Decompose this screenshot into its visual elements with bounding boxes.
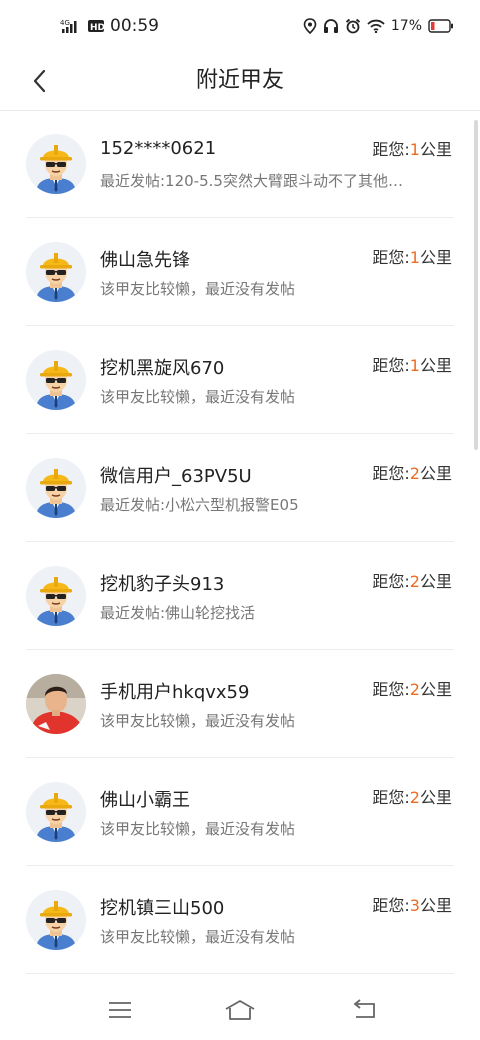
user-recent-post: 该甲友比较懒，最近没有发帖	[100, 280, 296, 298]
divider	[26, 973, 454, 974]
list-item[interactable]: 152****0621 最近发帖:120-5.5突然大臂跟斗动不了其他… 距您:1公…	[0, 110, 480, 218]
distance-prefix: 距您:	[372, 680, 410, 699]
hd-icon: HD	[88, 19, 104, 33]
distance-label: 距您:2公里	[372, 568, 452, 592]
back-icon	[352, 999, 378, 1021]
user-name: 挖机黑旋风670	[100, 358, 225, 379]
user-name: 手机用户hkqvx59	[100, 682, 250, 703]
alarm-icon	[345, 18, 361, 34]
avatar-photo[interactable]	[26, 674, 86, 734]
distance-value: 1	[409, 356, 420, 375]
page-title: 附近甲友	[195, 68, 284, 93]
wifi-icon	[367, 19, 385, 33]
list-item[interactable]: 手机用户hkqvx59 该甲友比较懒，最近没有发帖 距您:2公里	[0, 650, 480, 758]
status-right: 17%	[303, 14, 454, 38]
svg-text:HD: HD	[90, 23, 104, 33]
distance-prefix: 距您:	[372, 572, 410, 591]
distance-unit: 公里	[419, 788, 452, 807]
location-icon	[303, 18, 317, 34]
distance-unit: 公里	[419, 248, 452, 267]
nearby-user-list[interactable]: 152****0621 最近发帖:120-5.5突然大臂跟斗动不了其他… 距您:1公…	[0, 110, 480, 980]
distance-unit: 公里	[419, 140, 452, 159]
signal-icon: 4G	[60, 18, 82, 34]
distance-value: 1	[409, 140, 420, 159]
user-recent-post: 该甲友比较懒，最近没有发帖	[100, 820, 296, 838]
user-recent-post: 最近发帖:小松六型机报警E05	[100, 496, 299, 514]
user-recent-post: 该甲友比较懒，最近没有发帖	[100, 388, 296, 406]
distance-prefix: 距您:	[372, 356, 410, 375]
user-name: 佛山急先锋	[100, 250, 190, 271]
status-bar: 4G HD 00:59 17%	[0, 0, 480, 52]
avatar-worker-icon[interactable]	[26, 890, 86, 950]
distance-label: 距您:1公里	[372, 352, 452, 376]
home-button[interactable]	[220, 994, 260, 1026]
distance-prefix: 距您:	[372, 464, 410, 483]
clock: 00:59	[110, 16, 159, 36]
distance-prefix: 距您:	[372, 248, 410, 267]
distance-prefix: 距您:	[372, 140, 410, 159]
user-recent-post: 最近发帖:120-5.5突然大臂跟斗动不了其他…	[100, 172, 403, 190]
headset-icon	[323, 18, 339, 34]
avatar-worker-icon[interactable]	[26, 242, 86, 302]
distance-unit: 公里	[419, 356, 452, 375]
back-nav-button[interactable]	[345, 994, 385, 1026]
system-nav-bar	[0, 980, 480, 1040]
avatar-worker-icon[interactable]	[26, 134, 86, 194]
list-item[interactable]: 挖机豹子头913 最近发帖:佛山轮挖找活 距您:2公里	[0, 542, 480, 650]
distance-label: 距您:2公里	[372, 676, 452, 700]
distance-label: 距您:2公里	[372, 460, 452, 484]
user-name: 佛山小霸王	[100, 790, 190, 811]
distance-value: 2	[409, 680, 420, 699]
avatar-worker-icon[interactable]	[26, 782, 86, 842]
avatar-worker-icon[interactable]	[26, 350, 86, 410]
distance-value: 2	[409, 572, 420, 591]
distance-unit: 公里	[419, 896, 452, 915]
user-recent-post: 该甲友比较懒，最近没有发帖	[100, 712, 296, 730]
distance-prefix: 距您:	[372, 788, 410, 807]
list-item[interactable]: 挖机黑旋风670 该甲友比较懒，最近没有发帖 距您:1公里	[0, 326, 480, 434]
list-item[interactable]: 挖机镇三山500 该甲友比较懒，最近没有发帖 距您:3公里	[0, 866, 480, 974]
menu-icon	[107, 1000, 133, 1020]
header-bar: 附近甲友	[0, 52, 480, 111]
home-icon	[223, 998, 257, 1022]
distance-value: 2	[409, 464, 420, 483]
menu-button[interactable]	[100, 994, 140, 1026]
list-item[interactable]: 佛山小霸王该甲友比较懒，最近没有发帖 距您:2公里	[0, 758, 480, 866]
avatar-worker-icon[interactable]	[26, 566, 86, 626]
list-item[interactable]: 微信用户_63PV5U 最近发帖:小松六型机报警E05 距您:2公里	[0, 434, 480, 542]
battery-percent: 17%	[390, 18, 422, 34]
scrollbar[interactable]	[474, 120, 478, 450]
distance-value: 3	[409, 896, 420, 915]
user-name: 152****0621	[100, 138, 217, 159]
svg-text:4G: 4G	[60, 19, 70, 27]
avatar-worker-icon[interactable]	[26, 458, 86, 518]
distance-label: 距您:3公里	[372, 892, 452, 916]
distance-unit: 公里	[419, 464, 452, 483]
user-recent-post: 最近发帖:佛山轮挖找活	[100, 604, 256, 622]
user-name: 挖机豹子头913	[100, 574, 225, 595]
distance-label: 距您:1公里	[372, 136, 452, 160]
user-name: 挖机镇三山500	[100, 898, 225, 919]
distance-prefix: 距您:	[372, 896, 410, 915]
status-left: 4G HD 00:59	[60, 14, 159, 38]
distance-value: 2	[409, 788, 420, 807]
battery-icon	[428, 19, 454, 33]
distance-unit: 公里	[419, 680, 452, 699]
user-recent-post: 该甲友比较懒，最近没有发帖	[100, 928, 296, 946]
list-item[interactable]: 佛山急先锋该甲友比较懒，最近没有发帖 距您:1公里	[0, 218, 480, 326]
distance-label: 距您:1公里	[372, 244, 452, 268]
distance-value: 1	[409, 248, 420, 267]
distance-label: 距您:2公里	[372, 784, 452, 808]
user-name: 微信用户_63PV5U	[100, 466, 252, 487]
distance-unit: 公里	[419, 572, 452, 591]
